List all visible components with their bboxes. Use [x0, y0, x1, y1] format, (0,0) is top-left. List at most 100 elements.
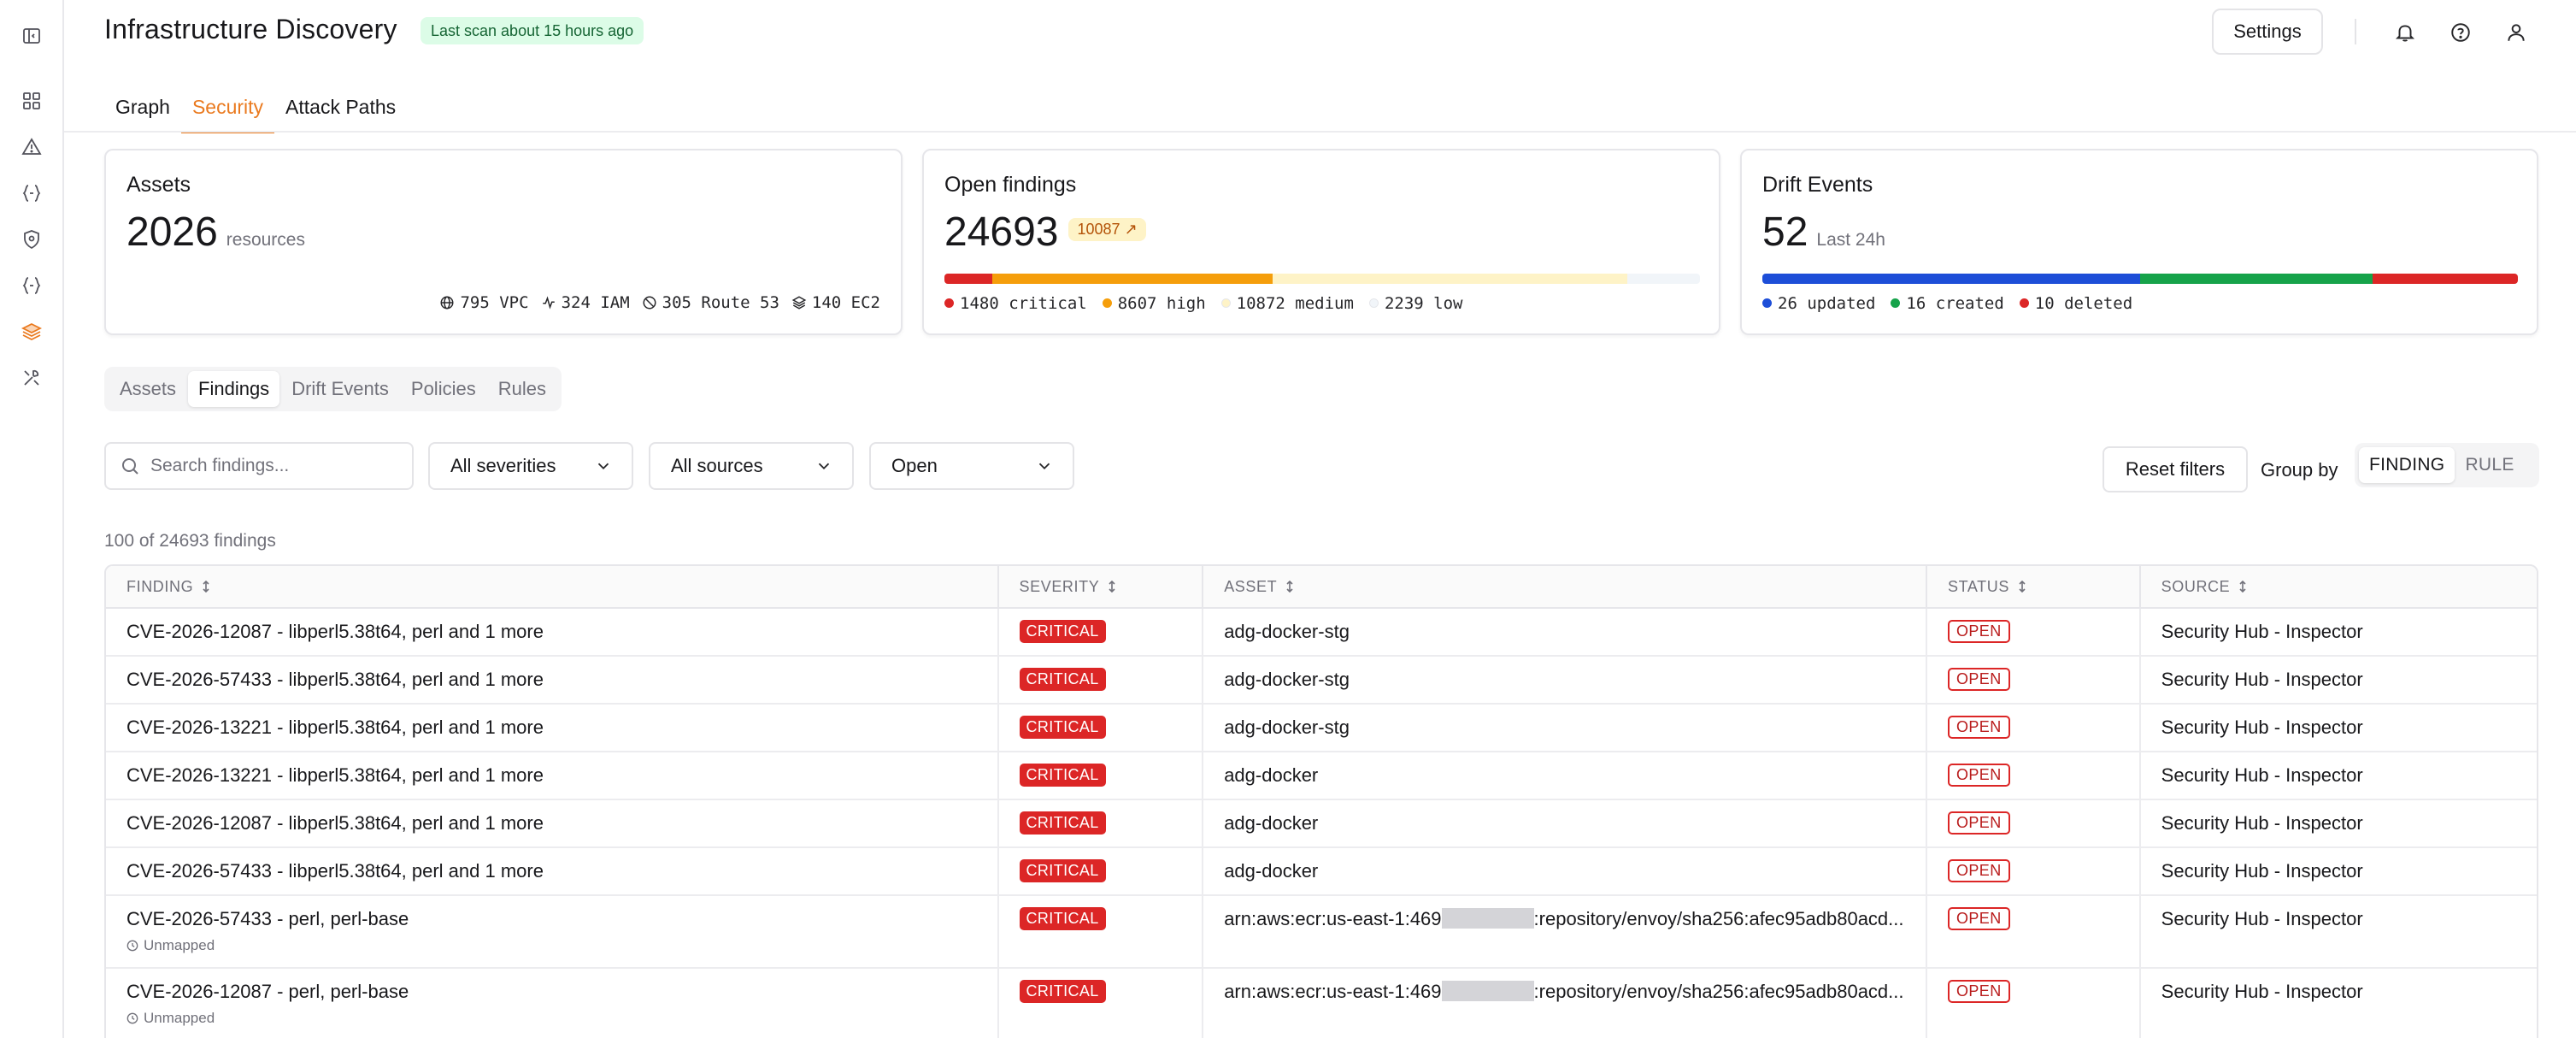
drift-bar-segment: [2140, 274, 2373, 284]
findings-legend: 1480 critical 8607 high 10872 medium 2239 l…: [944, 294, 1462, 313]
subtab-rules[interactable]: Rules: [488, 371, 556, 407]
source-cell: Security Hub - Inspector: [2161, 621, 2363, 642]
clock-icon: [126, 1012, 138, 1024]
severity-badge: CRITICAL: [1019, 859, 1106, 882]
drift-bar-segment: [2373, 274, 2518, 284]
severity-badge: CRITICAL: [1019, 620, 1106, 643]
severity-cell: CRITICAL: [999, 752, 1204, 799]
column-header-asset[interactable]: ASSET: [1203, 566, 1927, 607]
table-row[interactable]: CVE-2026-12087 - perl, perl-base Unmappe…: [106, 969, 2537, 1038]
tab-graph[interactable]: Graph: [104, 86, 181, 133]
legend-label: 10872 medium: [1236, 294, 1354, 313]
code-braces-icon[interactable]: [18, 272, 45, 299]
source-select-value: All sources: [671, 455, 763, 476]
legend-dot: [944, 298, 954, 308]
sort-icon: [2239, 580, 2246, 593]
findings-change-value: 10087: [1077, 220, 1120, 238]
unmapped-note: Unmapped: [126, 937, 997, 954]
layers-icon[interactable]: [18, 318, 45, 345]
subtab-assets[interactable]: Assets: [109, 371, 186, 407]
source-cell: Security Hub - Inspector: [2161, 669, 2363, 690]
legend-label: 1480 critical: [960, 294, 1087, 313]
table-row[interactable]: CVE-2026-12087 - libperl5.38t64, perl an…: [106, 609, 2537, 657]
user-avatar-icon[interactable]: [2497, 14, 2535, 51]
unmapped-note: Unmapped: [126, 1010, 997, 1027]
legend-dot: [1762, 298, 1772, 308]
column-label: STATUS: [1947, 577, 2009, 595]
asset-stat-ec2: 140 EC2: [791, 293, 880, 312]
column-header-finding[interactable]: FINDING: [106, 566, 999, 607]
table-row[interactable]: CVE-2026-57433 - libperl5.38t64, perl an…: [106, 848, 2537, 896]
bell-icon[interactable]: [2386, 14, 2424, 51]
severity-badge: CRITICAL: [1019, 716, 1106, 739]
findings-legend-item: 8607 high: [1102, 294, 1206, 313]
table-row[interactable]: CVE-2026-13221 - libperl5.38t64, perl an…: [106, 752, 2537, 800]
assets-card-title: Assets: [126, 173, 191, 197]
source-cell: Security Hub - Inspector: [2161, 764, 2363, 786]
severity-badge: CRITICAL: [1019, 907, 1106, 930]
severity-cell: CRITICAL: [999, 969, 1204, 1038]
status-badge: OPEN: [1947, 764, 2010, 787]
status-select[interactable]: Open: [869, 442, 1074, 490]
subtab-drift-events[interactable]: Drift Events: [281, 371, 399, 407]
source-cell: Security Hub - Inspector: [2161, 908, 2363, 929]
asset-arn-prefix: arn:aws:ecr:us-east-1:469: [1224, 981, 1442, 1002]
help-icon[interactable]: [2442, 14, 2479, 51]
search-findings-field[interactable]: [104, 442, 414, 490]
drift-bar-segment: [1762, 274, 2140, 284]
subtab-findings[interactable]: Findings: [188, 371, 280, 407]
tab-attack-paths[interactable]: Attack Paths: [274, 86, 407, 133]
column-header-severity[interactable]: SEVERITY: [999, 566, 1204, 607]
status-cell: OPEN: [1927, 752, 2141, 799]
table-row[interactable]: CVE-2026-12087 - libperl5.38t64, perl an…: [106, 800, 2537, 848]
status-badge: OPEN: [1947, 907, 2010, 930]
tools-icon[interactable]: [18, 364, 45, 392]
alert-triangle-icon[interactable]: [18, 133, 45, 161]
panel-toggle-icon[interactable]: [18, 22, 45, 50]
section-tabs: Assets Findings Drift Events Policies Ru…: [104, 367, 562, 411]
source-select[interactable]: All sources: [649, 442, 854, 490]
reset-filters-button[interactable]: Reset filters: [2103, 446, 2248, 492]
column-label: SEVERITY: [1019, 577, 1100, 595]
drift-legend-item: 26 updated: [1762, 294, 1875, 313]
findings-legend-item: 1480 critical: [944, 294, 1087, 313]
drift-count: 52 Last 24h: [1762, 209, 1885, 256]
column-header-source[interactable]: SOURCE: [2141, 566, 2537, 607]
column-header-status[interactable]: STATUS: [1927, 566, 2141, 607]
clock-icon: [126, 940, 138, 952]
status-badge: OPEN: [1947, 859, 2010, 882]
search-icon: [122, 458, 138, 475]
status-cell: OPEN: [1927, 800, 2141, 846]
left-rail: [0, 0, 64, 1038]
severity-select[interactable]: All severities: [428, 442, 633, 490]
scan-status-badge: Last scan about 15 hours ago: [421, 17, 644, 44]
shield-icon[interactable]: [18, 226, 45, 253]
finding-cell: CVE-2026-57433 - perl, perl-base Unmappe…: [106, 896, 999, 967]
status-cell: OPEN: [1927, 705, 2141, 751]
subtab-policies[interactable]: Policies: [401, 371, 486, 407]
asset-cell: arn:aws:ecr:us-east-1:469:repository/env…: [1203, 896, 1927, 967]
settings-button[interactable]: Settings: [2212, 9, 2323, 55]
asset-stat-route53: 305 Route 53: [642, 293, 779, 312]
group-by-finding[interactable]: FINDING: [2359, 447, 2455, 483]
open-findings-card: Open findings 24693 10087 ↗ 1480 critical…: [922, 149, 1720, 335]
source-cell: Security Hub - Inspector: [2161, 812, 2363, 834]
column-label: FINDING: [126, 577, 194, 595]
table-row[interactable]: CVE-2026-57433 - perl, perl-base Unmappe…: [106, 896, 2537, 969]
table-row[interactable]: CVE-2026-57433 - libperl5.38t64, perl an…: [106, 657, 2537, 705]
arrow-up-right-icon: ↗: [1124, 220, 1138, 238]
assets-card: Assets 2026 resources 795 VPC 324 IAM 305…: [104, 149, 903, 335]
source-cell: Security Hub - Inspector: [2161, 860, 2363, 882]
asset-cell: adg-docker: [1203, 800, 1927, 846]
severity-cell: CRITICAL: [999, 609, 1204, 655]
tab-security[interactable]: Security: [180, 86, 275, 133]
group-by-rule[interactable]: RULE: [2455, 447, 2524, 483]
code-braces-icon[interactable]: [18, 180, 45, 207]
dashboard-icon[interactable]: [18, 87, 45, 115]
table-row[interactable]: CVE-2026-13221 - libperl5.38t64, perl an…: [106, 705, 2537, 752]
search-input[interactable]: [150, 456, 398, 476]
legend-dot: [1220, 298, 1231, 308]
severity-badge: CRITICAL: [1019, 811, 1106, 835]
legend-dot: [1102, 298, 1112, 308]
asset-arn-suffix: :repository/envoy/sha256:afec95adb80acd.…: [1533, 908, 1904, 929]
